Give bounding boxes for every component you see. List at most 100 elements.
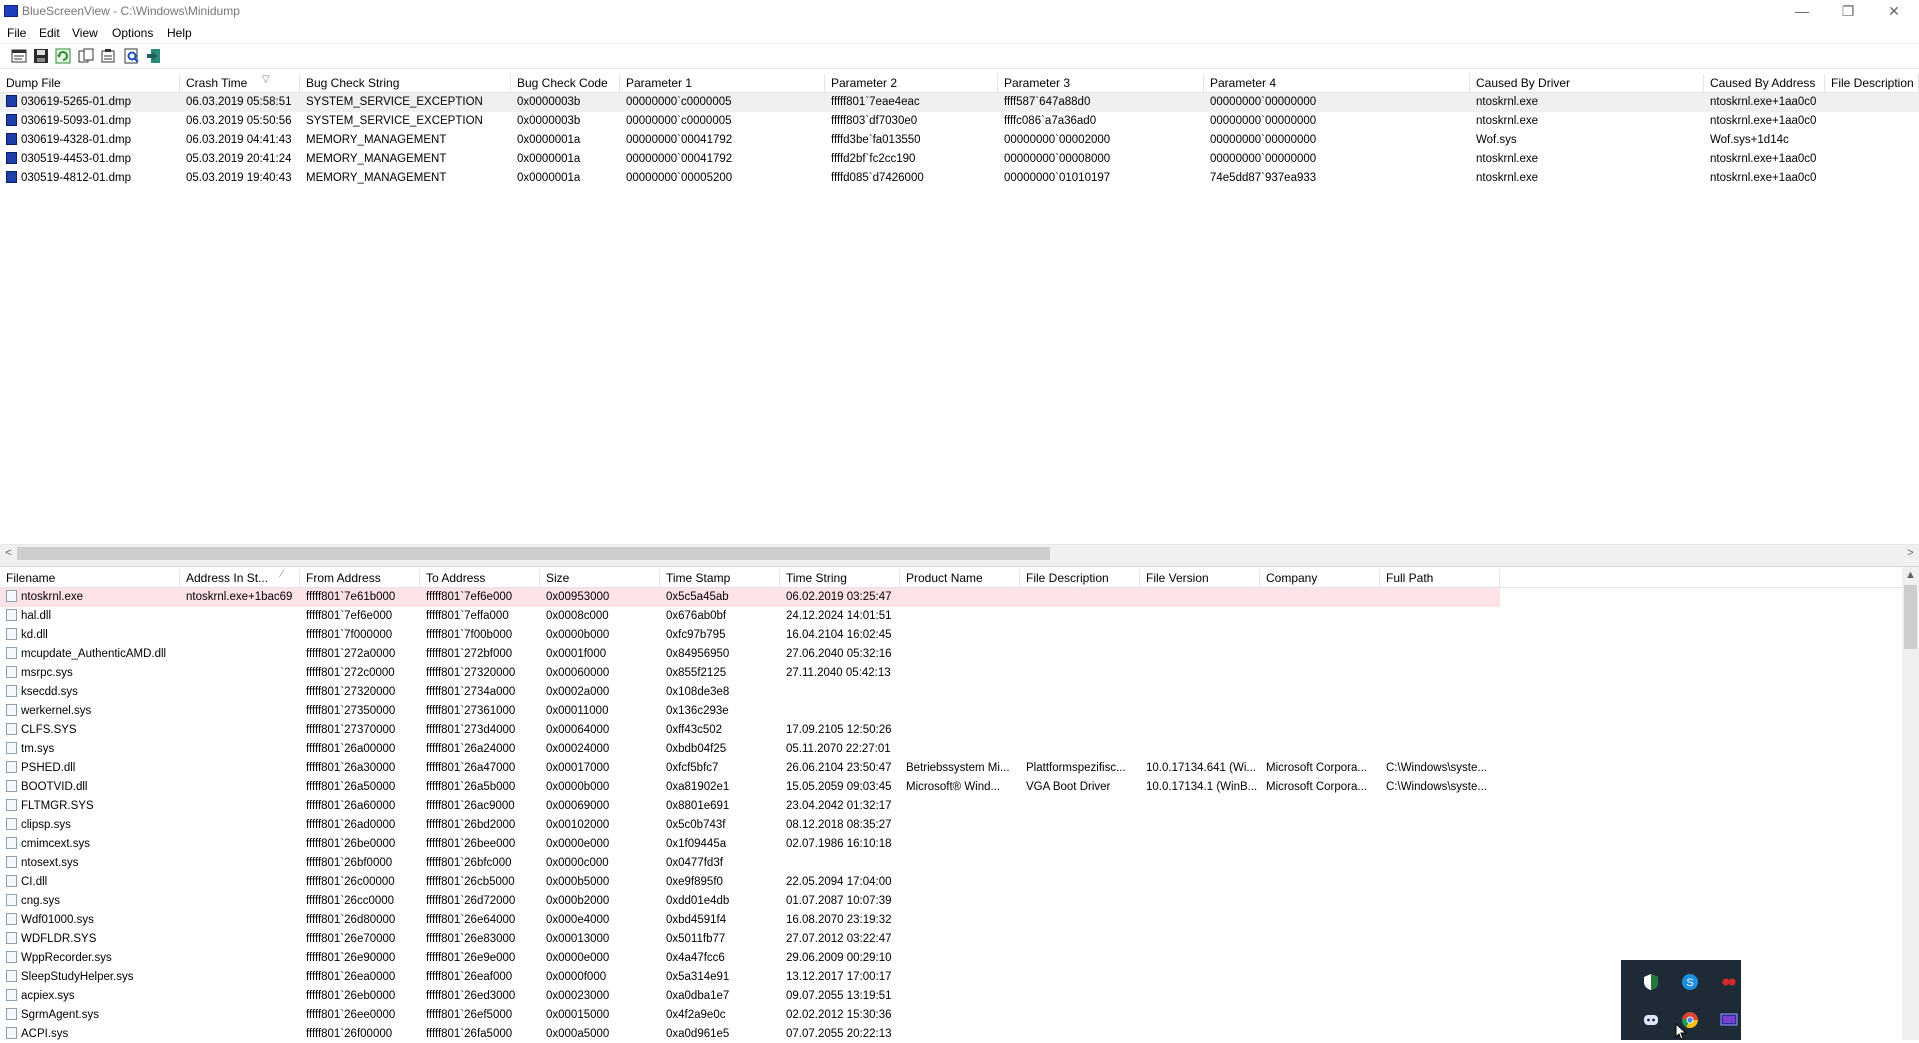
redapp-icon[interactable] bbox=[1720, 973, 1738, 991]
cell-text: ntoskrnl.exe+1aa0c0 bbox=[1710, 115, 1817, 127]
cell-time-stamp: 0x4a47fcc6 bbox=[660, 949, 780, 968]
table-row[interactable]: WppRecorder.sys fffff801`26e90000 fffff801… bbox=[0, 949, 1902, 968]
bottom-vertical-scroll-thumb[interactable] bbox=[1904, 585, 1917, 649]
table-row[interactable]: cmimcext.sys fffff801`26be0000 fffff801`26… bbox=[0, 835, 1902, 854]
table-row[interactable]: CLFS.SYS fffff801`27370000 fffff801`273d40… bbox=[0, 721, 1902, 740]
table-row[interactable]: clipsp.sys fffff801`26ad0000 fffff801`26bd… bbox=[0, 816, 1902, 835]
col-from-address[interactable]: From Address bbox=[300, 569, 420, 587]
maximize-button[interactable]: ❐ bbox=[1825, 0, 1871, 24]
table-row[interactable]: werkernel.sys fffff801`27350000 fffff801`2… bbox=[0, 702, 1902, 721]
table-row[interactable]: mcupdate_AuthenticAMD.dll fffff801`272a00… bbox=[0, 645, 1902, 664]
table-row[interactable]: SleepStudyHelper.sys fffff801`26ea0000 fff… bbox=[0, 968, 1902, 987]
col-bug-check-string[interactable]: Bug Check String bbox=[300, 74, 511, 92]
close-button[interactable]: ✕ bbox=[1871, 0, 1917, 24]
pane-splitter[interactable] bbox=[0, 561, 1919, 567]
cell-caused-by-driver: Wof.sys bbox=[1470, 131, 1704, 150]
exit-icon[interactable] bbox=[146, 48, 162, 64]
table-row[interactable]: ACPI.sys fffff801`26f00000 fffff801`26fa50… bbox=[0, 1025, 1902, 1040]
menu-options[interactable]: Options bbox=[112, 26, 153, 40]
cell-text: fffff801`26e9e000 bbox=[426, 952, 516, 964]
col-parameter-4[interactable]: Parameter 4 bbox=[1204, 74, 1470, 92]
col-dump-file[interactable]: Dump File bbox=[0, 74, 180, 92]
cell-caused-by-address: Wof.sys+1d14c bbox=[1704, 131, 1825, 150]
cell-company bbox=[1260, 987, 1380, 1006]
scroll-right-arrow[interactable]: > bbox=[1902, 545, 1919, 562]
table-row[interactable]: 030619-5265-01.dmp 06.03.2019 05:58:51 SYS… bbox=[0, 93, 1919, 112]
discord-icon[interactable] bbox=[1642, 1011, 1660, 1029]
minimize-button[interactable]: — bbox=[1779, 0, 1825, 24]
col-time-string[interactable]: Time String bbox=[780, 569, 900, 587]
table-row[interactable]: 030619-5093-01.dmp 06.03.2019 05:50:56 SYS… bbox=[0, 112, 1919, 131]
table-row[interactable]: WDFLDR.SYS fffff801`26e70000 fffff801`26e8… bbox=[0, 930, 1902, 949]
table-row[interactable]: hal.dll fffff801`7ef6e000 fffff801`7effa00… bbox=[0, 607, 1902, 626]
col-time-stamp[interactable]: Time Stamp bbox=[660, 569, 780, 587]
table-row[interactable]: ntosext.sys fffff801`26bf0000 fffff801`26b… bbox=[0, 854, 1902, 873]
col-caused-by-driver[interactable]: Caused By Driver bbox=[1470, 74, 1704, 92]
table-row[interactable]: CI.dll fffff801`26c00000 fffff801`26cb5000… bbox=[0, 873, 1902, 892]
col-file-description[interactable]: File Description bbox=[1020, 569, 1140, 587]
menu-edit[interactable]: Edit bbox=[39, 26, 60, 40]
cell-parameter-1: 00000000`00041792 bbox=[620, 131, 825, 150]
cell-full-path bbox=[1380, 607, 1500, 626]
table-row[interactable]: msrpc.sys fffff801`272c0000 fffff801`27320… bbox=[0, 664, 1902, 683]
cell-time-string: 17.09.2105 12:50:26 bbox=[780, 721, 900, 740]
bottom-vertical-scrollbar[interactable]: ▲ bbox=[1902, 567, 1919, 1040]
find-icon[interactable] bbox=[124, 48, 140, 64]
cell-size: 0x0008c000 bbox=[540, 607, 660, 626]
cell-text: C:\Windows\syste... bbox=[1386, 762, 1487, 774]
cell-text: 0x000a5000 bbox=[546, 1028, 610, 1040]
col-company[interactable]: Company bbox=[1260, 569, 1380, 587]
table-row[interactable]: tm.sys fffff801`26a00000 fffff801`26a24000… bbox=[0, 740, 1902, 759]
table-row[interactable]: acpiex.sys fffff801`26eb0000 fffff801`26ed… bbox=[0, 987, 1902, 1006]
menu-help[interactable]: Help bbox=[167, 26, 192, 40]
cell-text: 06.02.2019 03:25:47 bbox=[786, 591, 892, 603]
cell-filename: ntosext.sys bbox=[0, 854, 180, 873]
top-horizontal-scroll-thumb[interactable] bbox=[17, 547, 1050, 560]
table-row[interactable]: BOOTVID.dll fffff801`26a50000 fffff801`26a… bbox=[0, 778, 1902, 797]
html-report-icon[interactable] bbox=[100, 48, 116, 64]
cell-product-name bbox=[900, 911, 1020, 930]
table-row[interactable]: 030619-4328-01.dmp 06.03.2019 04:41:43 MEM… bbox=[0, 131, 1919, 150]
col-parameter-2[interactable]: Parameter 2 bbox=[825, 74, 998, 92]
scroll-left-arrow[interactable]: < bbox=[0, 545, 17, 562]
top-horizontal-scrollbar[interactable]: < > bbox=[0, 544, 1919, 562]
cell-parameter-2: fffff803`df7030e0 bbox=[825, 112, 998, 131]
col-parameter-1[interactable]: Parameter 1 bbox=[620, 74, 825, 92]
defender-icon[interactable] bbox=[1642, 973, 1660, 991]
table-row[interactable]: 030519-4453-01.dmp 05.03.2019 20:41:24 MEM… bbox=[0, 150, 1919, 169]
table-row[interactable]: ksecdd.sys fffff801`27320000 fffff801`2734… bbox=[0, 683, 1902, 702]
scroll-up-arrow[interactable]: ▲ bbox=[1902, 567, 1919, 584]
cell-file-description bbox=[1020, 588, 1140, 607]
table-row[interactable]: kd.dll fffff801`7f000000 fffff801`7f00b000… bbox=[0, 626, 1902, 645]
table-row[interactable]: cng.sys fffff801`26cc0000 fffff801`26d7200… bbox=[0, 892, 1902, 911]
cell-size: 0x0000b000 bbox=[540, 626, 660, 645]
cell-text: fffff801`26cc0000 bbox=[306, 895, 395, 907]
cell-file-description bbox=[1020, 740, 1140, 759]
col-product-name[interactable]: Product Name bbox=[900, 569, 1020, 587]
col-size[interactable]: Size bbox=[540, 569, 660, 587]
menu-file[interactable]: File bbox=[7, 26, 26, 40]
col-to-address[interactable]: To Address bbox=[420, 569, 540, 587]
cell-crash-time: 06.03.2019 04:41:43 bbox=[180, 131, 300, 150]
col-parameter-3[interactable]: Parameter 3 bbox=[998, 74, 1204, 92]
col-file-version[interactable]: File Version bbox=[1140, 569, 1260, 587]
properties-icon[interactable] bbox=[11, 48, 27, 64]
table-row[interactable]: FLTMGR.SYS fffff801`26a60000 fffff801`26ac… bbox=[0, 797, 1902, 816]
table-row[interactable]: ntoskrnl.exe ntoskrnl.exe+1bac69 fffff801`… bbox=[0, 588, 1500, 607]
table-row[interactable]: Wdf01000.sys fffff801`26d80000 fffff801`26… bbox=[0, 911, 1902, 930]
col-full-path[interactable]: Full Path bbox=[1380, 569, 1500, 587]
col-filename[interactable]: Filename bbox=[0, 569, 180, 587]
save-icon[interactable] bbox=[33, 48, 49, 64]
table-row[interactable]: 030519-4812-01.dmp 05.03.2019 19:40:43 MEM… bbox=[0, 169, 1919, 188]
refresh-icon[interactable] bbox=[55, 48, 71, 64]
col-file-description[interactable]: File Description bbox=[1825, 74, 1919, 92]
col-bug-check-code[interactable]: Bug Check Code bbox=[511, 74, 620, 92]
table-row[interactable]: SgrmAgent.sys fffff801`26ee0000 fffff801`2… bbox=[0, 1006, 1902, 1025]
menu-view[interactable]: View bbox=[72, 26, 98, 40]
table-row[interactable]: PSHED.dll fffff801`26a30000 fffff801`26a47… bbox=[0, 759, 1902, 778]
col-crash-time[interactable]: Crash Time bbox=[180, 74, 300, 92]
copy-icon[interactable] bbox=[78, 48, 94, 64]
col-caused-by-address[interactable]: Caused By Address bbox=[1704, 74, 1825, 92]
skype-icon[interactable]: S bbox=[1681, 973, 1699, 991]
monitor-icon[interactable] bbox=[1720, 1011, 1738, 1029]
